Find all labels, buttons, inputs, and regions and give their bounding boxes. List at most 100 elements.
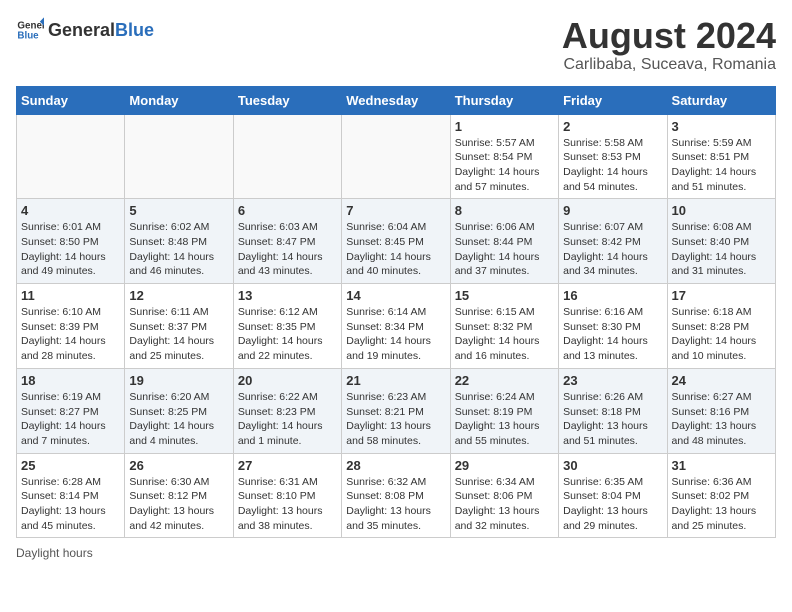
day-number: 24 — [672, 373, 771, 388]
day-number: 27 — [238, 458, 337, 473]
calendar-cell — [125, 114, 233, 199]
day-number: 17 — [672, 288, 771, 303]
day-info: Sunrise: 6:19 AM Sunset: 8:27 PM Dayligh… — [21, 390, 120, 449]
logo-general: General — [48, 20, 115, 41]
day-number: 12 — [129, 288, 228, 303]
day-info: Sunrise: 6:28 AM Sunset: 8:14 PM Dayligh… — [21, 475, 120, 534]
calendar-cell: 11 Sunrise: 6:10 AM Sunset: 8:39 PM Dayli… — [17, 284, 125, 369]
calendar-cell: 22Sunrise: 6:24 AM Sunset: 8:19 PM Dayli… — [450, 368, 558, 453]
day-info: Sunrise: 6:14 AM Sunset: 8:34 PM Dayligh… — [346, 305, 445, 364]
day-number: 11 — [21, 288, 120, 303]
day-info: Sunrise: 6:22 AM Sunset: 8:23 PM Dayligh… — [238, 390, 337, 449]
day-number: 10 — [672, 203, 771, 218]
day-info: Sunrise: 5:58 AM Sunset: 8:53 PM Dayligh… — [563, 136, 662, 195]
day-number: 25 — [21, 458, 120, 473]
calendar-cell: 26Sunrise: 6:30 AM Sunset: 8:12 PM Dayli… — [125, 453, 233, 538]
day-info: Sunrise: 6:06 AM Sunset: 8:44 PM Dayligh… — [455, 220, 554, 279]
day-number: 4 — [21, 203, 120, 218]
day-info: Sunrise: 6:34 AM Sunset: 8:06 PM Dayligh… — [455, 475, 554, 534]
calendar-header-row: SundayMondayTuesdayWednesdayThursdayFrid… — [17, 86, 776, 114]
weekday-header-wednesday: Wednesday — [342, 86, 450, 114]
day-number: 8 — [455, 203, 554, 218]
calendar-cell: 14 Sunrise: 6:14 AM Sunset: 8:34 PM Dayli… — [342, 284, 450, 369]
header: General Blue General Blue August 2024 Ca… — [16, 16, 776, 74]
weekday-header-monday: Monday — [125, 86, 233, 114]
day-number: 7 — [346, 203, 445, 218]
day-number: 14 — [346, 288, 445, 303]
day-info: Sunrise: 6:11 AM Sunset: 8:37 PM Dayligh… — [129, 305, 228, 364]
weekday-header-thursday: Thursday — [450, 86, 558, 114]
calendar-week-row: 4 Sunrise: 6:01 AM Sunset: 8:50 PM Daylig… — [17, 199, 776, 284]
day-info: Sunrise: 6:04 AM Sunset: 8:45 PM Dayligh… — [346, 220, 445, 279]
day-info: Sunrise: 6:16 AM Sunset: 8:30 PM Dayligh… — [563, 305, 662, 364]
calendar-cell: 4 Sunrise: 6:01 AM Sunset: 8:50 PM Daylig… — [17, 199, 125, 284]
day-info: Sunrise: 6:20 AM Sunset: 8:25 PM Dayligh… — [129, 390, 228, 449]
day-info: Sunrise: 6:12 AM Sunset: 8:35 PM Dayligh… — [238, 305, 337, 364]
calendar-cell: 3 Sunrise: 5:59 AM Sunset: 8:51 PM Daylig… — [667, 114, 775, 199]
calendar-cell: 9 Sunrise: 6:07 AM Sunset: 8:42 PM Daylig… — [559, 199, 667, 284]
logo-icon: General Blue — [16, 16, 44, 44]
day-number: 5 — [129, 203, 228, 218]
logo-blue: Blue — [115, 20, 154, 41]
calendar-cell: 13 Sunrise: 6:12 AM Sunset: 8:35 PM Dayli… — [233, 284, 341, 369]
calendar-week-row: 1 Sunrise: 5:57 AM Sunset: 8:54 PM Daylig… — [17, 114, 776, 199]
calendar-cell: 23 Sunrise: 6:26 AM Sunset: 8:18 PM Dayli… — [559, 368, 667, 453]
location-title: Carlibaba, Suceava, Romania — [562, 56, 776, 74]
weekday-header-saturday: Saturday — [667, 86, 775, 114]
day-info: Sunrise: 5:59 AM Sunset: 8:51 PM Dayligh… — [672, 136, 771, 195]
calendar-cell — [342, 114, 450, 199]
title-area: August 2024 Carlibaba, Suceava, Romania — [562, 16, 776, 74]
day-info: Sunrise: 6:32 AM Sunset: 8:08 PM Dayligh… — [346, 475, 445, 534]
calendar-cell: 7 Sunrise: 6:04 AM Sunset: 8:45 PM Daylig… — [342, 199, 450, 284]
calendar-cell: 16 Sunrise: 6:16 AM Sunset: 8:30 PM Dayli… — [559, 284, 667, 369]
calendar-week-row: 18 Sunrise: 6:19 AM Sunset: 8:27 PM Dayli… — [17, 368, 776, 453]
calendar-cell: 19 Sunrise: 6:20 AM Sunset: 8:25 PM Dayli… — [125, 368, 233, 453]
day-info: Sunrise: 6:24 AM Sunset: 8:19 PM Dayligh… — [455, 390, 554, 449]
weekday-header-friday: Friday — [559, 86, 667, 114]
day-info: Sunrise: 6:26 AM Sunset: 8:18 PM Dayligh… — [563, 390, 662, 449]
day-number: 9 — [563, 203, 662, 218]
day-info: Sunrise: 5:57 AM Sunset: 8:54 PM Dayligh… — [455, 136, 554, 195]
weekday-header-sunday: Sunday — [17, 86, 125, 114]
day-info: Sunrise: 6:08 AM Sunset: 8:40 PM Dayligh… — [672, 220, 771, 279]
calendar-week-row: 25 Sunrise: 6:28 AM Sunset: 8:14 PM Dayli… — [17, 453, 776, 538]
day-number: 30 — [563, 458, 662, 473]
day-number: 1 — [455, 119, 554, 134]
day-info: Sunrise: 6:03 AM Sunset: 8:47 PM Dayligh… — [238, 220, 337, 279]
day-number: 13 — [238, 288, 337, 303]
day-number: 6 — [238, 203, 337, 218]
calendar-cell: 6 Sunrise: 6:03 AM Sunset: 8:47 PM Daylig… — [233, 199, 341, 284]
day-info: Sunrise: 6:30 AM Sunset: 8:12 PM Dayligh… — [129, 475, 228, 534]
day-number: 15 — [455, 288, 554, 303]
day-number: 23 — [563, 373, 662, 388]
calendar-cell: 27 Sunrise: 6:31 AM Sunset: 8:10 PM Dayli… — [233, 453, 341, 538]
calendar-cell: 30Sunrise: 6:35 AM Sunset: 8:04 PM Dayli… — [559, 453, 667, 538]
footer-note: Daylight hours — [16, 546, 776, 560]
calendar-cell: 2Sunrise: 5:58 AM Sunset: 8:53 PM Daylig… — [559, 114, 667, 199]
day-info: Sunrise: 6:10 AM Sunset: 8:39 PM Dayligh… — [21, 305, 120, 364]
day-number: 3 — [672, 119, 771, 134]
calendar-cell: 21Sunrise: 6:23 AM Sunset: 8:21 PM Dayli… — [342, 368, 450, 453]
calendar-cell — [233, 114, 341, 199]
calendar-cell: 18 Sunrise: 6:19 AM Sunset: 8:27 PM Dayli… — [17, 368, 125, 453]
day-info: Sunrise: 6:36 AM Sunset: 8:02 PM Dayligh… — [672, 475, 771, 534]
calendar-cell: 17 Sunrise: 6:18 AM Sunset: 8:28 PM Dayli… — [667, 284, 775, 369]
logo: General Blue General Blue — [16, 16, 154, 44]
calendar-cell: 15 Sunrise: 6:15 AM Sunset: 8:32 PM Dayli… — [450, 284, 558, 369]
day-number: 19 — [129, 373, 228, 388]
day-info: Sunrise: 6:18 AM Sunset: 8:28 PM Dayligh… — [672, 305, 771, 364]
day-info: Sunrise: 6:07 AM Sunset: 8:42 PM Dayligh… — [563, 220, 662, 279]
day-info: Sunrise: 6:15 AM Sunset: 8:32 PM Dayligh… — [455, 305, 554, 364]
day-number: 18 — [21, 373, 120, 388]
day-info: Sunrise: 6:01 AM Sunset: 8:50 PM Dayligh… — [21, 220, 120, 279]
day-info: Sunrise: 6:31 AM Sunset: 8:10 PM Dayligh… — [238, 475, 337, 534]
day-number: 16 — [563, 288, 662, 303]
day-info: Sunrise: 6:23 AM Sunset: 8:21 PM Dayligh… — [346, 390, 445, 449]
calendar-cell — [17, 114, 125, 199]
day-info: Sunrise: 6:27 AM Sunset: 8:16 PM Dayligh… — [672, 390, 771, 449]
month-title: August 2024 — [562, 16, 776, 56]
calendar-cell: 28Sunrise: 6:32 AM Sunset: 8:08 PM Dayli… — [342, 453, 450, 538]
calendar-cell: 12 Sunrise: 6:11 AM Sunset: 8:37 PM Dayli… — [125, 284, 233, 369]
day-number: 31 — [672, 458, 771, 473]
calendar-table: SundayMondayTuesdayWednesdayThursdayFrid… — [16, 86, 776, 539]
